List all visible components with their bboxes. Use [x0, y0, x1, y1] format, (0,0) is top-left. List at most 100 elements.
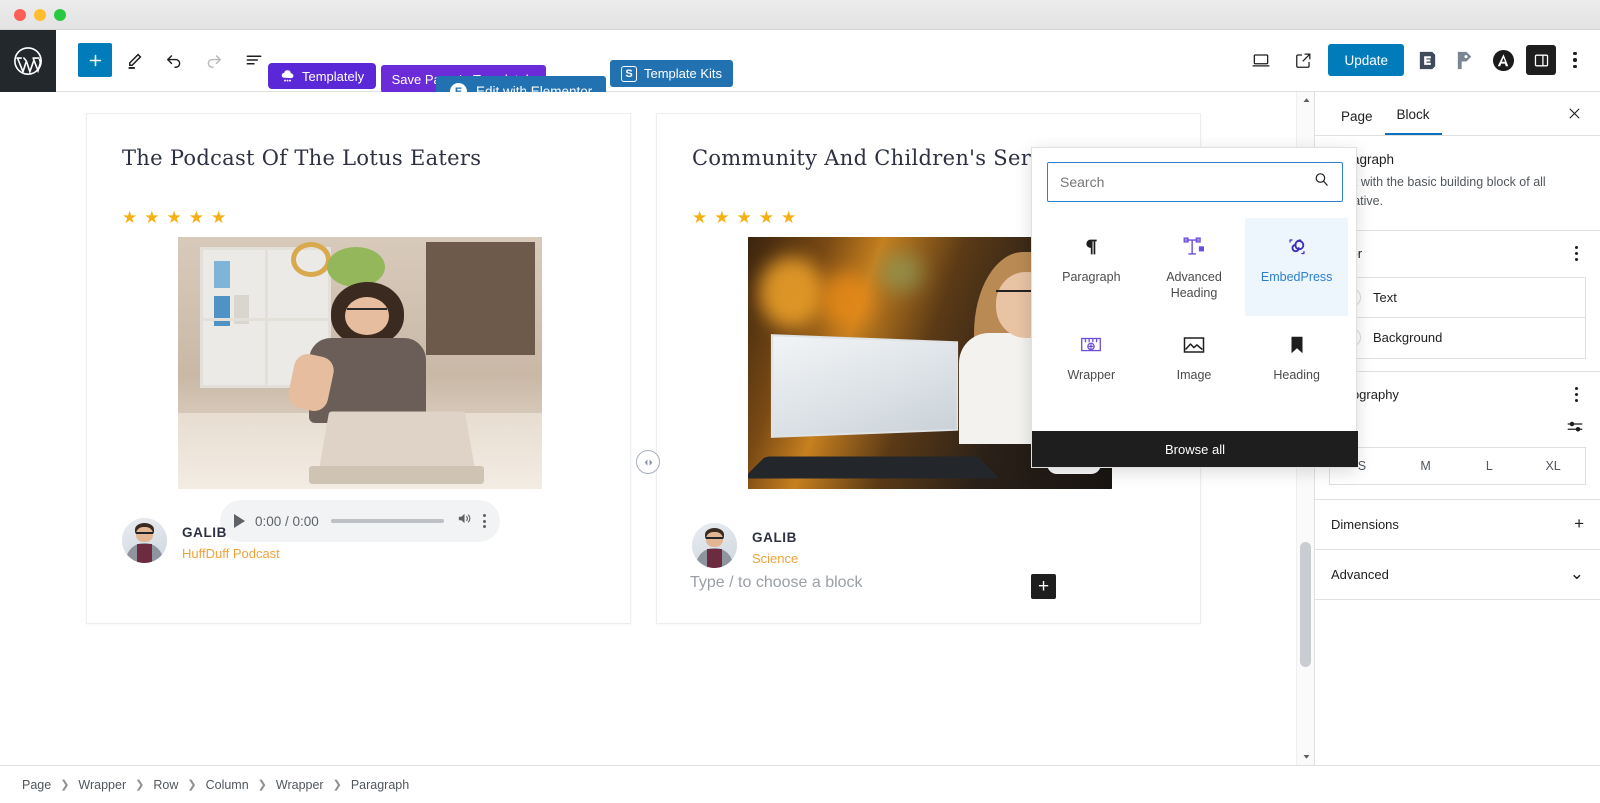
- breadcrumb-item-wrapper-2[interactable]: Wrapper: [276, 778, 324, 792]
- inserter-block-label: Image: [1176, 367, 1212, 382]
- bookmark-heading-icon: [1286, 332, 1308, 358]
- embedpress-icon: [1284, 234, 1310, 260]
- inserter-block-label: Paragraph: [1062, 270, 1121, 284]
- magnifier-icon[interactable]: [1313, 171, 1330, 193]
- inserter-block-image[interactable]: Image: [1143, 316, 1246, 397]
- color-row-background[interactable]: Background: [1329, 317, 1586, 359]
- breadcrumb-separator-icon: ❯: [187, 779, 197, 791]
- close-icon[interactable]: [1560, 99, 1588, 127]
- sliders-icon[interactable]: [1566, 418, 1584, 441]
- color-section-header: Color: [1315, 231, 1600, 277]
- block-inserter-toggle-button[interactable]: [78, 43, 112, 77]
- audio-progress-track[interactable]: [330, 519, 444, 523]
- star-icon: ★: [781, 208, 797, 227]
- inserter-block-paragraph[interactable]: Paragraph: [1040, 218, 1143, 316]
- astra-logo-icon[interactable]: [1488, 45, 1518, 75]
- inserter-block-embedpress[interactable]: EmbedPress: [1245, 218, 1348, 316]
- templately-button[interactable]: Templately: [268, 63, 377, 89]
- inline-block-inserter-button[interactable]: +: [1031, 574, 1056, 599]
- font-size-l[interactable]: L: [1458, 448, 1522, 484]
- author-category[interactable]: HuffDuff Podcast: [182, 546, 280, 561]
- tab-page[interactable]: Page: [1329, 109, 1385, 135]
- plus-icon[interactable]: +: [1574, 514, 1584, 534]
- pilcrow-icon: [1080, 234, 1102, 260]
- close-window-button[interactable]: [14, 9, 26, 21]
- avatar: [122, 518, 167, 563]
- search-input[interactable]: [1060, 174, 1313, 190]
- sidebar-row-advanced[interactable]: Advanced ⌄: [1315, 550, 1600, 600]
- column-resize-handle[interactable]: [636, 450, 660, 474]
- dimensions-label: Dimensions: [1331, 516, 1399, 532]
- template-kits-button[interactable]: S Template Kits: [610, 60, 734, 87]
- color-section: Color Text Background: [1315, 231, 1600, 372]
- star-icon: ★: [166, 208, 182, 227]
- card-author: GALIB HuffDuff Podcast: [122, 518, 280, 563]
- inserter-block-wrapper[interactable]: Wrapper: [1040, 316, 1143, 397]
- window-controls: [14, 9, 66, 21]
- redo-arrow-icon[interactable]: [196, 41, 232, 79]
- breadcrumb-item-row[interactable]: Row: [153, 778, 178, 792]
- sidebar-row-dimensions[interactable]: Dimensions +: [1315, 500, 1600, 550]
- breadcrumb-item-wrapper[interactable]: Wrapper: [78, 778, 126, 792]
- canvas-scrollbar-thumb[interactable]: [1300, 542, 1311, 667]
- image-icon: [1182, 332, 1206, 358]
- breadcrumb-item-page[interactable]: Page: [22, 778, 51, 792]
- color-row-text[interactable]: Text: [1329, 276, 1586, 318]
- paragraph-placeholder[interactable]: Type / to choose a block: [690, 574, 863, 592]
- document-overview-icon[interactable]: [236, 41, 272, 79]
- block-description-panel: Paragraph Start with the basic building …: [1315, 136, 1600, 231]
- minimize-window-button[interactable]: [34, 9, 46, 21]
- color-rows: Text Background: [1315, 276, 1600, 371]
- tools-pencil-icon[interactable]: [116, 41, 152, 79]
- undo-arrow-icon[interactable]: [156, 41, 192, 79]
- block-description: Start with the basic building block of a…: [1331, 175, 1546, 209]
- volume-icon[interactable]: [456, 510, 473, 532]
- inserter-block-advanced-heading[interactable]: Advanced Heading: [1143, 218, 1246, 316]
- tab-block[interactable]: Block: [1384, 107, 1442, 135]
- avatar: [692, 523, 737, 568]
- rating-stars: ★ ★ ★ ★ ★: [122, 209, 226, 226]
- flag-icon[interactable]: [1450, 45, 1480, 75]
- options-kebab-icon[interactable]: [1564, 45, 1586, 75]
- template-kits-label: Template Kits: [644, 66, 723, 81]
- chevron-down-icon[interactable]: ⌄: [1570, 564, 1584, 584]
- templately-label: Templately: [302, 68, 365, 84]
- eb-logo-icon[interactable]: [1412, 45, 1442, 75]
- maximize-window-button[interactable]: [54, 9, 66, 21]
- star-icon: ★: [758, 208, 774, 227]
- breadcrumb-item-column[interactable]: Column: [206, 778, 249, 792]
- typography-section-header: Typography: [1315, 372, 1600, 418]
- font-size-segmented-control[interactable]: S M L XL: [1329, 446, 1586, 485]
- browse-all-button[interactable]: Browse all: [1032, 431, 1358, 467]
- wordpress-logo-icon[interactable]: [0, 30, 56, 92]
- audio-menu-kebab-icon[interactable]: [483, 514, 486, 528]
- window-titlebar: [0, 0, 1600, 30]
- inserter-block-grid: Paragraph Advanced Heading EmbedPress Wr…: [1032, 212, 1356, 397]
- color-options-kebab-icon[interactable]: [1562, 240, 1590, 268]
- editor-window: Templately Save Page In Templately E Edi…: [0, 0, 1600, 803]
- scroll-down-arrow-icon[interactable]: [1297, 748, 1315, 765]
- panel-right-icon[interactable]: [1526, 45, 1556, 75]
- inserter-block-label: Wrapper: [1067, 367, 1116, 382]
- card-author: GALIB Science: [692, 523, 798, 568]
- search-field[interactable]: [1047, 162, 1343, 202]
- block-name: Paragraph: [1331, 152, 1395, 167]
- card-title: Community And Children's Services: [692, 146, 1087, 170]
- laptop-icon[interactable]: [1244, 43, 1278, 77]
- font-size-m[interactable]: M: [1394, 448, 1458, 484]
- breadcrumb-separator-icon: ❯: [332, 779, 342, 791]
- breadcrumb-item-paragraph[interactable]: Paragraph: [351, 778, 409, 792]
- font-size-xl[interactable]: XL: [1521, 448, 1585, 484]
- typography-options-kebab-icon[interactable]: [1562, 381, 1590, 409]
- external-link-icon[interactable]: [1286, 43, 1320, 77]
- breadcrumb: Page ❯ Wrapper ❯ Row ❯ Column ❯ Wrapper …: [0, 765, 1600, 803]
- card-image: [178, 237, 542, 489]
- author-category[interactable]: Science: [752, 551, 798, 566]
- scroll-up-arrow-icon[interactable]: [1297, 92, 1315, 109]
- star-icon: ★: [144, 208, 160, 227]
- editor-toolbar: Templately Save Page In Templately E Edi…: [0, 30, 1600, 107]
- update-button[interactable]: Update: [1328, 44, 1404, 76]
- inserter-block-heading[interactable]: Heading: [1245, 316, 1348, 397]
- inserter-block-label: EmbedPress: [1260, 270, 1333, 284]
- block-inserter-popover: Paragraph Advanced Heading: [1031, 147, 1358, 468]
